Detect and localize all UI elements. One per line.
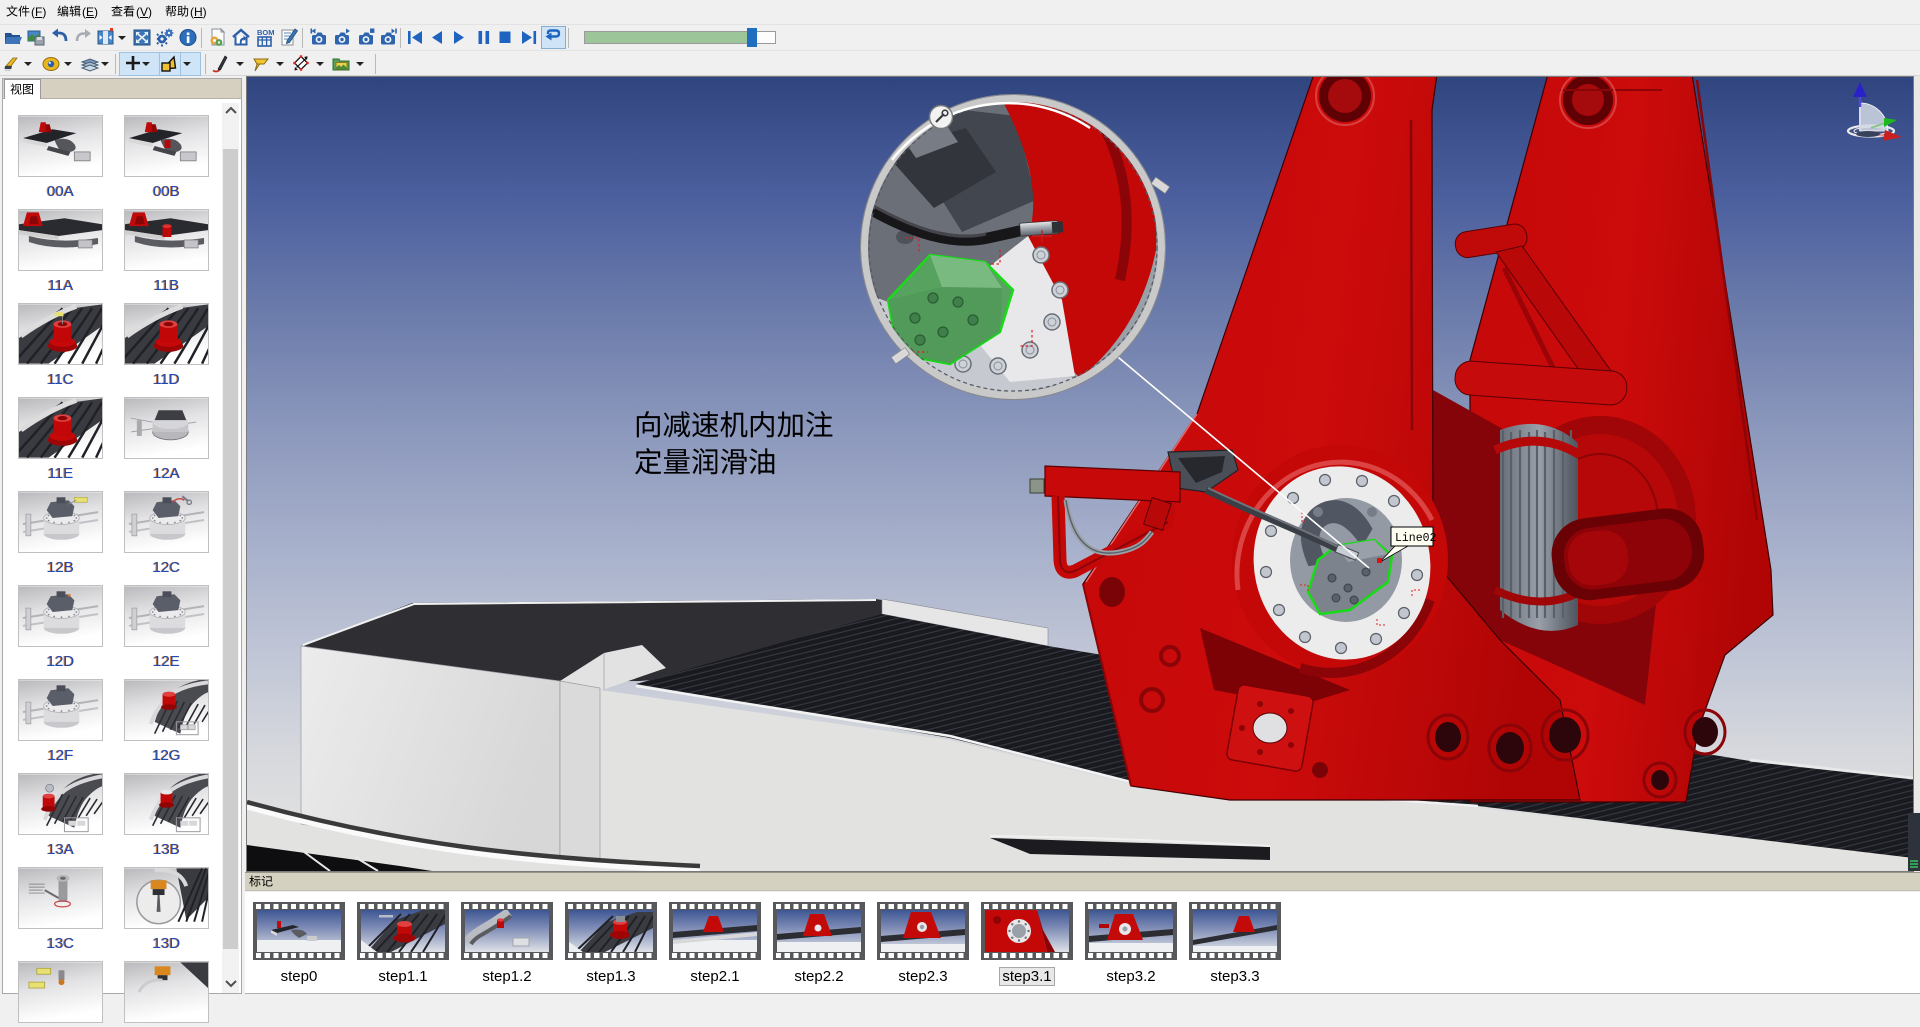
svg-text:Line02: Line02: [1395, 532, 1437, 545]
svg-text:BOM: BOM: [257, 28, 275, 37]
